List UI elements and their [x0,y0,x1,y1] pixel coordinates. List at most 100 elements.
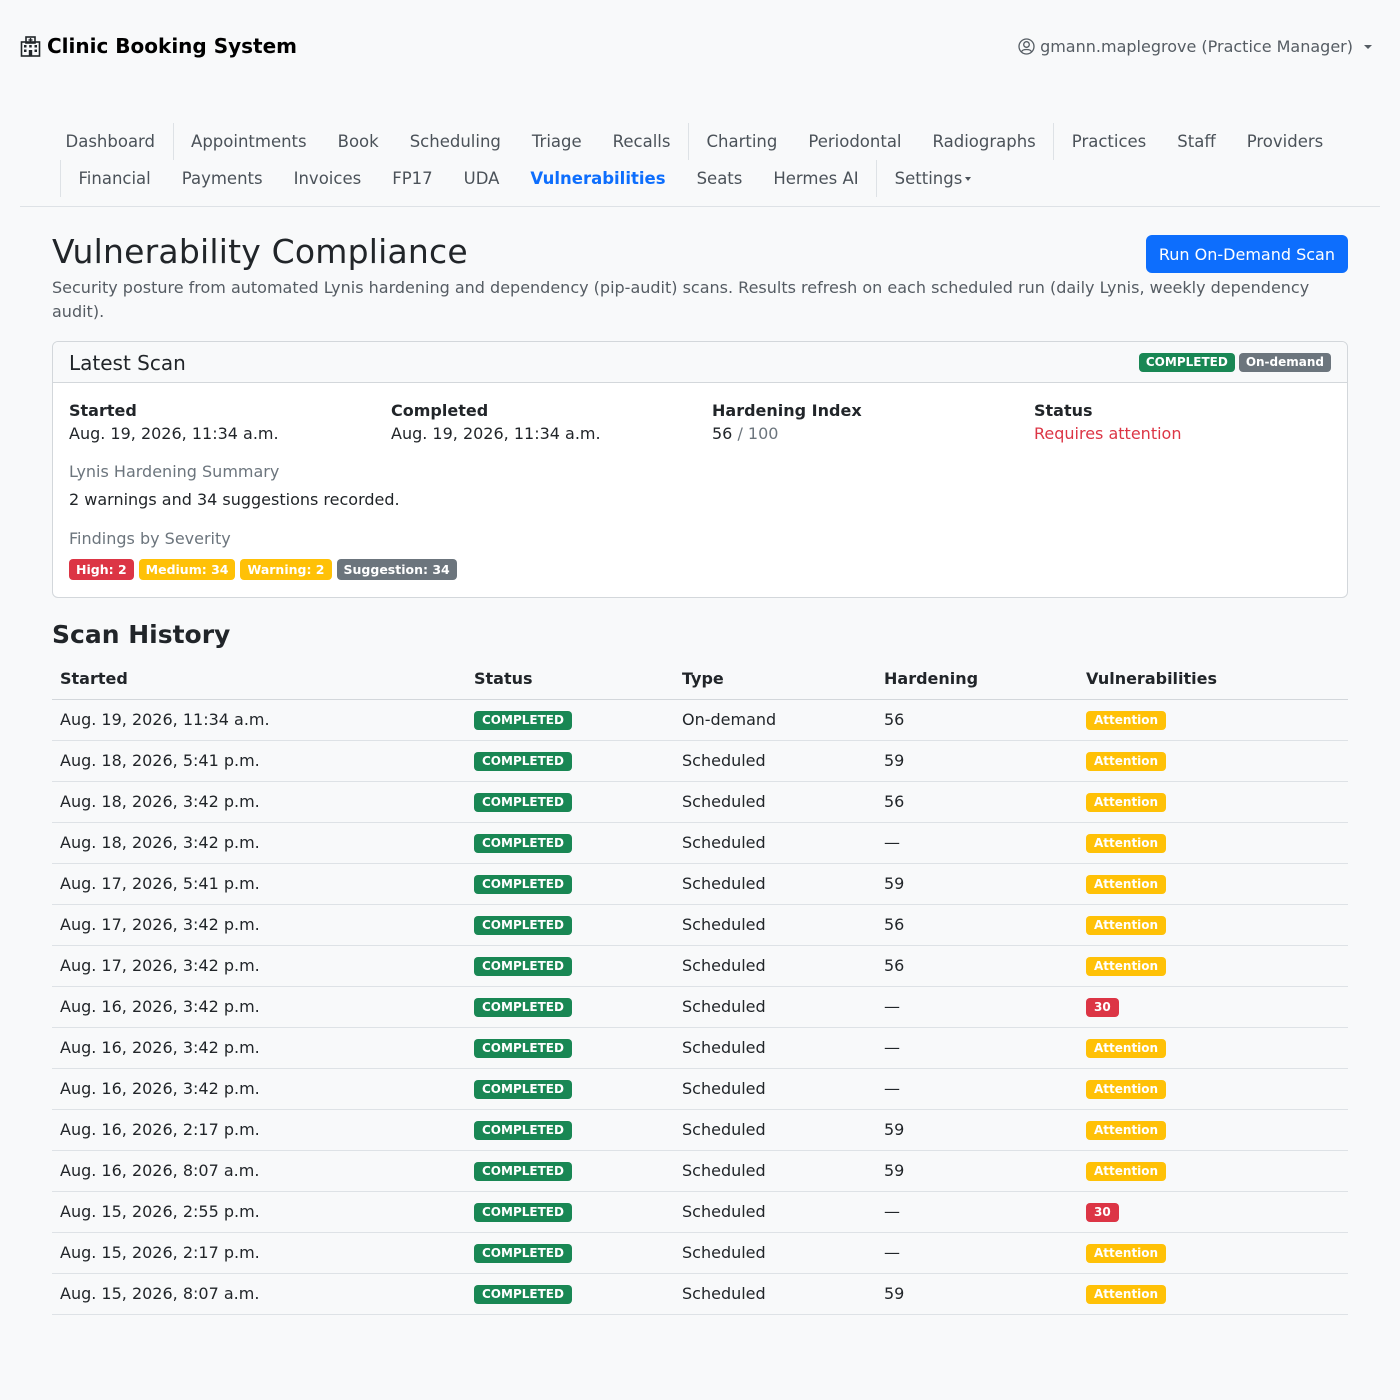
hardening-score-cell: 56 [876,781,1078,823]
vulnerabilities-badge-cell: Attention [1078,904,1348,946]
run-on-demand-scan-button[interactable]: Run On-Demand Scan [1145,235,1348,273]
started-time: Aug. 17, 2026, 3:42 p.m. [60,915,260,934]
nav-link-financial[interactable]: Financial [63,160,166,197]
main-nav: Dashboard Appointments Book Scheduling Triag… [20,120,1380,207]
nav-link-charting[interactable]: Charting [691,123,793,160]
vulnerabilities-badge-cell: 30 [1078,1191,1348,1233]
nav-link-appointments[interactable]: Appointments [176,123,323,160]
nav-divider [172,123,174,160]
scan-type-cell: Scheduled [674,1273,876,1315]
nav-link-periodontal[interactable]: Periodontal [793,123,917,160]
status-badge: COMPLETED [474,1162,572,1181]
nav-link-uda[interactable]: UDA [448,160,515,197]
completed-stat: Completed Aug. 19, 2026, 11:34 a.m. [391,400,601,445]
nav-row-2: Financial Payments Invoices FP17 UDA Vulnerab… [58,160,987,197]
user-menu-toggle[interactable]: gmann.maplegrove (Practice Manager) [1018,37,1372,56]
started-time-cell: Aug. 19, 2026, 11:34 a.m. [52,699,466,741]
hardening-score-cell: 56 [876,699,1078,741]
scan-type-cell: Scheduled [674,863,876,905]
nav-link-invoices[interactable]: Invoices [278,160,377,197]
hardening-max: / 100 [737,424,779,443]
status-badge-cell: COMPLETED [466,1273,674,1315]
nav-link-payments[interactable]: Payments [166,160,278,197]
scan-type-cell: Scheduled [674,781,876,823]
status-badge: COMPLETED [474,834,572,853]
severity-badges: High: 2 Medium: 34 Warning: 2 Suggestion: 3… [69,559,457,580]
hardening-score-cell: — [876,1068,1078,1110]
started-label: Started [69,401,137,420]
status-badge-cell: COMPLETED [466,904,674,946]
table-row: Aug. 18, 2026, 5:41 p.m. COMPLETED Schedul… [52,740,1348,782]
hardening-score: — [884,1243,900,1262]
hardening-value: 56 [712,424,733,443]
status-badge: COMPLETED [474,1039,572,1058]
nav-link-settings[interactable]: Settings [879,160,987,197]
scan-type: Scheduled [682,751,766,770]
hardening-score: — [884,997,900,1016]
started-stat: Started Aug. 19, 2026, 11:34 a.m. [69,400,279,445]
nav-link-dashboard[interactable]: Dashboard [50,123,171,160]
column-header: Vulnerabilities [1078,659,1348,700]
vulnerabilities-badge-cell: Attention [1078,945,1348,987]
vulnerabilities-badge: Attention [1086,752,1167,771]
started-time-cell: Aug. 18, 2026, 3:42 p.m. [52,822,466,864]
status-badge: COMPLETED [1138,353,1235,372]
started-time: Aug. 16, 2026, 3:42 p.m. [60,1038,260,1057]
status-badge-cell: COMPLETED [466,781,674,823]
scan-type: Scheduled [682,997,766,1016]
vulnerabilities-badge: Attention [1086,793,1167,812]
nav-link-practices[interactable]: Practices [1056,123,1162,160]
started-time: Aug. 15, 2026, 8:07 a.m. [60,1284,260,1303]
vulnerabilities-badge: Attention [1086,1039,1167,1058]
nav-link-recalls[interactable]: Recalls [597,123,686,160]
status-badge-cell: COMPLETED [466,740,674,782]
nav-link-vulnerabilities[interactable]: Vulnerabilities [515,160,681,197]
status-badge-cell: COMPLETED [466,863,674,905]
vulnerabilities-badge: Attention [1086,875,1167,894]
nav-link-fp17[interactable]: FP17 [377,160,448,197]
started-time-cell: Aug. 15, 2026, 8:07 a.m. [52,1273,466,1315]
nav-link-triage[interactable]: Triage [516,123,597,160]
status-badge: COMPLETED [474,711,572,730]
table-row: Aug. 17, 2026, 3:42 p.m. COMPLETED Schedul… [52,904,1348,946]
started-time-cell: Aug. 16, 2026, 3:42 p.m. [52,986,466,1028]
started-time-cell: Aug. 17, 2026, 3:42 p.m. [52,904,466,946]
started-time: Aug. 17, 2026, 5:41 p.m. [60,874,260,893]
vulnerabilities-badge: 30 [1086,998,1119,1017]
latest-scan-header: Latest Scan COMPLETED On-demand [53,342,1347,383]
scan-type-cell: Scheduled [674,1027,876,1069]
hardening-score: — [884,1202,900,1221]
hospital-icon [20,35,41,57]
started-time: Aug. 18, 2026, 3:42 p.m. [60,833,260,852]
hardening-score: — [884,1079,900,1098]
nav-link-radiographs[interactable]: Radiographs [917,123,1051,160]
table-row: Aug. 17, 2026, 5:41 p.m. COMPLETED Schedul… [52,863,1348,905]
latest-scan-body: Started Aug. 19, 2026, 11:34 a.m. Comple… [53,383,1347,597]
chevron-down-icon [1364,44,1372,49]
hardening-score-cell: — [876,1027,1078,1069]
nav-link-book[interactable]: Book [322,123,394,160]
status-label: Status [1034,401,1093,420]
lynis-summary-text: 2 warnings and 34 suggestions recorded. [69,490,400,509]
scan-type-cell: Scheduled [674,822,876,864]
nav-link-providers[interactable]: Providers [1231,123,1339,160]
hardening-score-cell: 59 [876,863,1078,905]
status-badge-cell: COMPLETED [466,1191,674,1233]
status-badge-cell: COMPLETED [466,945,674,987]
vulnerabilities-badge: Attention [1086,711,1167,730]
status-badge: COMPLETED [474,957,572,976]
severity-badge: Warning: 2 [240,559,332,580]
nav-link-seats[interactable]: Seats [681,160,758,197]
nav-link-hermes-ai[interactable]: Hermes AI [758,160,874,197]
status-badge-cell: COMPLETED [466,1027,674,1069]
scan-type: Scheduled [682,1202,766,1221]
hardening-score: 56 [884,710,905,729]
scan-type: Scheduled [682,956,766,975]
nav-divider [1053,123,1055,160]
brand-link[interactable]: Clinic Booking System [20,34,297,58]
nav-link-scheduling[interactable]: Scheduling [394,123,516,160]
hardening-score: — [884,1038,900,1057]
nav-link-staff[interactable]: Staff [1162,123,1231,160]
nav-link-label: Charting [706,132,778,151]
status-badge: COMPLETED [474,1121,572,1140]
